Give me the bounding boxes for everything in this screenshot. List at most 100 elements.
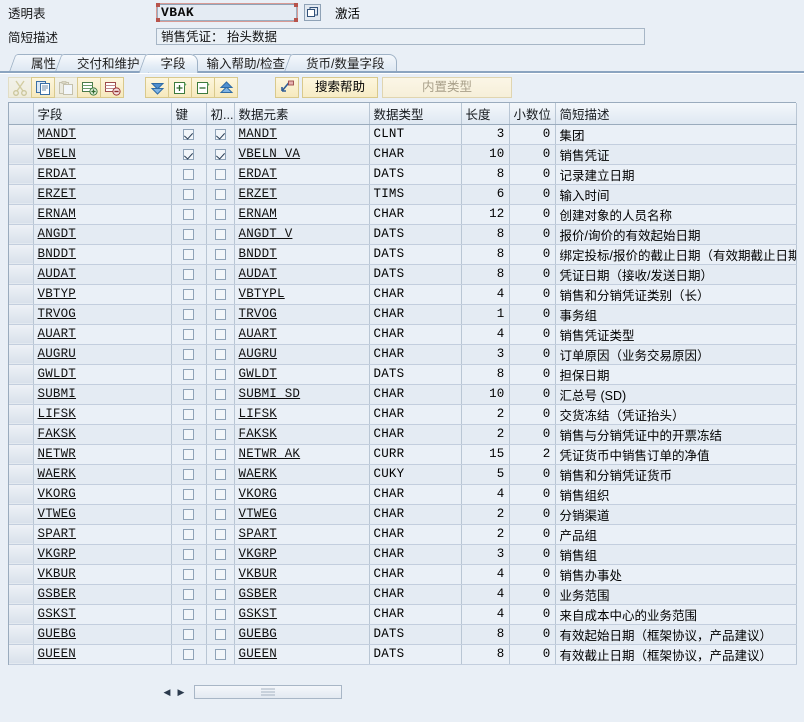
field-name[interactable]: VTWEG — [38, 507, 77, 521]
table-row[interactable]: GUEEN GUEEN DATS 8 0 有效截止日期（框架协议，产品建议） — [9, 644, 797, 665]
cell-data-element[interactable]: GUEEN — [234, 644, 370, 665]
cell-data-type[interactable]: DATS — [369, 624, 462, 645]
cell-short-description[interactable]: 凭证日期（接收/发送日期） — [555, 264, 797, 285]
cell-data-element[interactable]: GWLDT — [234, 364, 370, 385]
cell-short-description[interactable]: 销售和分销凭证类别（长） — [555, 284, 797, 305]
cell-initial[interactable] — [206, 404, 235, 425]
table-row[interactable]: GSKST GSKST CHAR 4 0 来自成本中心的业务范围 — [9, 604, 797, 625]
row-select-cell[interactable] — [9, 204, 34, 225]
table-row[interactable]: SPART SPART CHAR 2 0 产品组 — [9, 524, 797, 545]
cell-key[interactable] — [171, 184, 207, 205]
cell-decimals[interactable]: 0 — [509, 124, 556, 145]
cell-key[interactable] — [171, 304, 207, 325]
cell-initial[interactable] — [206, 544, 235, 565]
cell-data-type[interactable]: DATS — [369, 244, 462, 265]
initial-checkbox[interactable] — [214, 149, 226, 161]
key-checkbox[interactable] — [183, 169, 194, 181]
cell-length[interactable]: 8 — [461, 164, 510, 185]
cell-field[interactable]: SPART — [33, 524, 172, 545]
table-row[interactable]: ERZET ERZET TIMS 6 0 输入时间 — [9, 184, 797, 205]
column-header-initial[interactable]: 初... — [206, 103, 235, 125]
paste-icon[interactable] — [54, 76, 78, 98]
data-element-name[interactable]: TRVOG — [239, 307, 278, 321]
cell-short-description[interactable]: 汇总号 (SD) — [555, 384, 797, 405]
cell-decimals[interactable]: 0 — [509, 164, 556, 185]
field-name[interactable]: TRVOG — [38, 307, 77, 321]
data-element-name[interactable]: AUART — [239, 327, 278, 341]
initial-checkbox[interactable] — [214, 349, 226, 361]
table-row[interactable]: BNDDT BNDDT DATS 8 0 绑定投标/报价的截止日期（有效期截止日期） — [9, 244, 797, 265]
key-checkbox[interactable] — [183, 469, 194, 481]
cell-short-description[interactable]: 分销渠道 — [555, 504, 797, 525]
cell-data-element[interactable]: AUART — [234, 324, 370, 345]
cell-initial[interactable] — [206, 444, 235, 465]
column-header-data-element[interactable]: 数据元素 — [234, 103, 370, 125]
cell-data-type[interactable]: CHAR — [369, 344, 462, 365]
cell-decimals[interactable]: 0 — [509, 624, 556, 645]
cell-length[interactable]: 3 — [461, 344, 510, 365]
table-row[interactable]: AUGRU AUGRU CHAR 3 0 订单原因（业务交易原因） — [9, 344, 797, 365]
cell-decimals[interactable]: 0 — [509, 324, 556, 345]
cell-short-description[interactable]: 销售与分销凭证中的开票冻结 — [555, 424, 797, 445]
cell-key[interactable] — [171, 504, 207, 525]
cell-data-type[interactable]: CHAR — [369, 564, 462, 585]
cell-data-type[interactable]: CHAR — [369, 524, 462, 545]
cell-data-element[interactable]: VTWEG — [234, 504, 370, 525]
cell-key[interactable] — [171, 264, 207, 285]
field-name[interactable]: VKBUR — [38, 567, 77, 581]
cell-data-type[interactable]: CURR — [369, 444, 462, 465]
cell-initial[interactable] — [206, 184, 235, 205]
cell-data-type[interactable]: CHAR — [369, 284, 462, 305]
short-description-field[interactable]: 销售凭证： 抬头数据 — [156, 27, 645, 45]
column-header-length[interactable]: 长度 — [461, 103, 510, 125]
initial-checkbox[interactable] — [214, 509, 226, 521]
key-checkbox[interactable] — [183, 149, 194, 161]
cell-data-element[interactable]: ERZET — [234, 184, 370, 205]
cell-data-type[interactable]: CHAR — [369, 544, 462, 565]
tab-fields[interactable]: 字段 — [147, 54, 198, 73]
cell-field[interactable]: VBELN — [33, 144, 172, 165]
field-name[interactable]: GSBER — [38, 587, 77, 601]
field-name[interactable]: LIFSK — [38, 407, 77, 421]
table-row[interactable]: VTWEG VTWEG CHAR 2 0 分销渠道 — [9, 504, 797, 525]
cell-decimals[interactable]: 0 — [509, 584, 556, 605]
cell-key[interactable] — [171, 484, 207, 505]
data-element-name[interactable]: GUEBG — [239, 627, 278, 641]
cell-field[interactable]: AUGRU — [33, 344, 172, 365]
data-element-name[interactable]: SPART — [239, 527, 278, 541]
initial-checkbox[interactable] — [214, 269, 226, 281]
data-element-name[interactable]: VKGRP — [239, 547, 278, 561]
cell-short-description[interactable]: 输入时间 — [555, 184, 797, 205]
cell-length[interactable]: 8 — [461, 624, 510, 645]
cell-short-description[interactable]: 产品组 — [555, 524, 797, 545]
row-select-cell[interactable] — [9, 524, 34, 545]
cell-field[interactable]: VBTYP — [33, 284, 172, 305]
cell-initial[interactable] — [206, 584, 235, 605]
cell-data-element[interactable]: SPART — [234, 524, 370, 545]
cell-data-type[interactable]: CHAR — [369, 504, 462, 525]
data-element-name[interactable]: LIFSK — [239, 407, 278, 421]
data-element-name[interactable]: AUDAT — [239, 267, 278, 281]
cell-field[interactable]: TRVOG — [33, 304, 172, 325]
data-element-name[interactable]: FAKSK — [239, 427, 278, 441]
table-row[interactable]: TRVOG TRVOG CHAR 1 0 事务组 — [9, 304, 797, 325]
cell-field[interactable]: WAERK — [33, 464, 172, 485]
cell-length[interactable]: 8 — [461, 264, 510, 285]
cell-initial[interactable] — [206, 244, 235, 265]
table-row[interactable]: ERNAM ERNAM CHAR 12 0 创建对象的人员名称 — [9, 204, 797, 225]
key-checkbox[interactable] — [183, 389, 194, 401]
cell-decimals[interactable]: 0 — [509, 504, 556, 525]
cell-length[interactable]: 8 — [461, 644, 510, 665]
field-name[interactable]: MANDT — [38, 127, 77, 141]
search-help-button[interactable]: 搜索帮助 — [302, 76, 379, 98]
data-element-name[interactable]: VBELN VA — [239, 147, 301, 161]
cell-initial[interactable] — [206, 484, 235, 505]
cell-decimals[interactable]: 0 — [509, 244, 556, 265]
expand-row-icon[interactable] — [168, 76, 192, 98]
cell-initial[interactable] — [206, 564, 235, 585]
cell-key[interactable] — [171, 224, 207, 245]
field-name[interactable]: GUEEN — [38, 647, 77, 661]
row-select-cell[interactable] — [9, 364, 34, 385]
initial-checkbox[interactable] — [214, 549, 226, 561]
initial-checkbox[interactable] — [214, 469, 226, 481]
